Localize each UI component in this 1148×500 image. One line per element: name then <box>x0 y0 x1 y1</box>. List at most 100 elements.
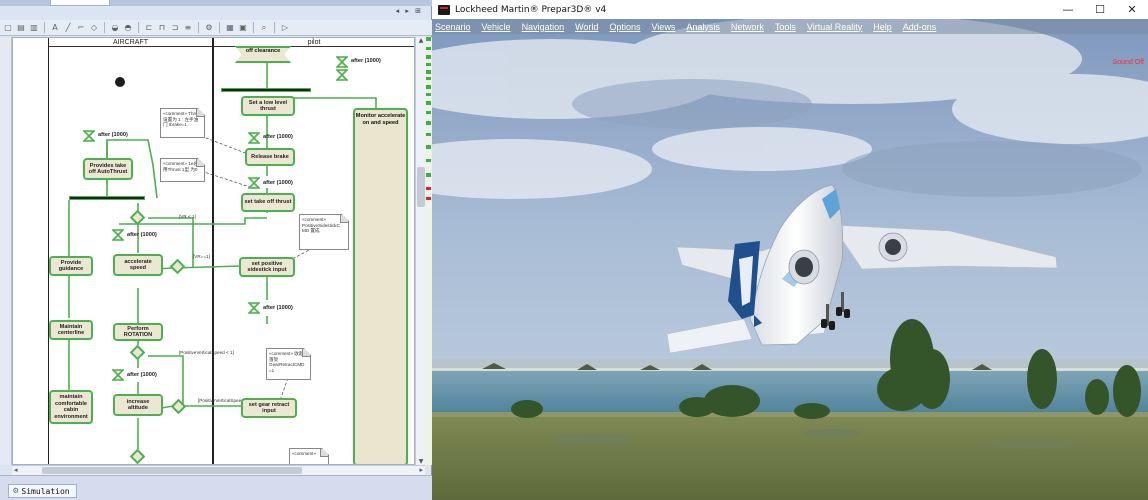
toolbar-separator <box>253 22 254 33</box>
scroll-thumb[interactable] <box>42 467 302 474</box>
timer-label: after (1000) <box>263 180 293 186</box>
align-center-icon[interactable]: ⊓ <box>157 23 167 33</box>
scroll-thumb[interactable] <box>417 167 425 207</box>
flight-scene <box>432 19 1148 500</box>
simulation-tab[interactable]: ⚙ Simulation <box>8 484 77 498</box>
timer-event-icon[interactable] <box>248 302 260 314</box>
activity-modeler-window: ◂ ▸ ⊞ ▢ ▤ ▥ A ╱ ⌐ ◇ ◒ ◓ ⊏ ⊓ ⊐ ≡ ⚙ ▦ ▣ ⌕ … <box>0 0 432 500</box>
editor-tab[interactable] <box>50 0 110 6</box>
minimize-button[interactable]: — <box>1052 0 1084 19</box>
timer-label: after (1000) <box>127 372 157 378</box>
menu-help[interactable]: Help <box>873 22 892 32</box>
comment-note[interactable]: «comment» 收起落架 GearRetractCMD =1 <box>266 348 311 380</box>
copy-icon[interactable]: ▤ <box>16 23 26 33</box>
toolbar-separator <box>104 22 105 33</box>
simulation-viewport[interactable]: Sound Off <box>432 19 1148 500</box>
timer-event-icon[interactable] <box>112 369 124 381</box>
guard-label: [PositiveVerticalSpeed < 1] <box>179 350 234 355</box>
action-off-clearance[interactable]: off clearance <box>235 46 291 63</box>
action-maintain-cabin[interactable]: maintain comfortable cabin environment <box>49 390 93 424</box>
settings-icon[interactable]: ⚙ <box>204 23 214 33</box>
diagram-horizontal-scrollbar[interactable]: ◂ ▸ <box>12 465 425 475</box>
menu-tools[interactable]: Tools <box>775 22 796 32</box>
action-maintain-centerline[interactable]: Maintain centerline <box>49 320 93 340</box>
align-right-icon[interactable]: ⊐ <box>170 23 180 33</box>
prepar3d-window: Sound Off Scenario Vehicle Navigation Wo… <box>432 0 1148 500</box>
timer-label: after (1000) <box>98 132 128 138</box>
simulator-menubar: Scenario Vehicle Navigation World Option… <box>432 19 1148 34</box>
timer-label: after (1000) <box>263 134 293 140</box>
diagram-toolbar: ▢ ▤ ▥ A ╱ ⌐ ◇ ◒ ◓ ⊏ ⊓ ⊐ ≡ ⚙ ▦ ▣ ⌕ ▷ <box>0 20 432 36</box>
initial-node[interactable] <box>115 77 125 87</box>
menu-navigation[interactable]: Navigation <box>522 22 565 32</box>
timer-event-icon[interactable] <box>336 69 348 81</box>
action-monitor-speed[interactable]: Monitor accelerate on and speed <box>353 108 408 464</box>
line-tool-icon[interactable]: ╱ <box>63 23 73 33</box>
palette-gutter <box>0 37 12 465</box>
zoom-icon[interactable]: ⌕ <box>259 23 269 33</box>
menu-vehicle[interactable]: Vehicle <box>482 22 511 32</box>
prepar3d-app-icon <box>438 4 450 15</box>
menu-virtual-reality[interactable]: Virtual Reality <box>807 22 862 32</box>
action-set-takeoff-thrust[interactable]: set take off thrust <box>241 193 295 212</box>
menu-world[interactable]: World <box>575 22 598 32</box>
action-perform-rotation[interactable]: Perform ROTATION <box>113 323 163 341</box>
simulation-tab-label: Simulation <box>21 486 70 496</box>
layout-icon[interactable]: ▦ <box>225 23 235 33</box>
menu-scenario[interactable]: Scenario <box>435 22 471 32</box>
comment-note[interactable]: «comment» Thrust 设置为 1 : 左手油门 Ibrake=1 <box>160 108 205 138</box>
scroll-left-icon[interactable]: ◂ <box>14 466 18 474</box>
line-color-icon[interactable]: ◓ <box>123 23 133 33</box>
comment-note[interactable]: «comment» 1e总,用Thrust 1型 为0 <box>160 158 205 182</box>
shape-tool-icon[interactable]: ◇ <box>89 23 99 33</box>
comment-note[interactable]: «comment» PositiveSidestickC MD 置成 <box>299 214 349 250</box>
action-provide-takeoff-autothrust[interactable]: Provides take off AutoThrust <box>83 158 133 180</box>
timer-event-icon[interactable] <box>248 132 260 144</box>
menu-analysis[interactable]: Analysis <box>686 22 720 32</box>
paste-icon[interactable]: ▥ <box>29 23 39 33</box>
timer-event-icon[interactable] <box>248 177 260 189</box>
activity-diagram-canvas[interactable]: AIRCRAFT pilot off clearance after (1000… <box>12 37 415 465</box>
diagram-vertical-scrollbar[interactable]: ▲ ▼ <box>415 37 425 465</box>
close-button[interactable]: ✕ <box>1116 0 1148 19</box>
action-set-positive-sidestick[interactable]: set positive sidestick input <box>239 257 295 277</box>
timer-event-icon[interactable] <box>112 229 124 241</box>
action-release-brake[interactable]: Release brake <box>245 148 295 166</box>
toolbar-separator <box>219 22 220 33</box>
run-icon[interactable]: ▷ <box>280 23 290 33</box>
align-left-icon[interactable]: ⊏ <box>144 23 154 33</box>
distribute-icon[interactable]: ≡ <box>183 23 193 33</box>
fill-color-icon[interactable]: ◒ <box>110 23 120 33</box>
connector-tool-icon[interactable]: ⌐ <box>76 23 86 33</box>
menu-views[interactable]: Views <box>651 22 675 32</box>
menu-add-ons[interactable]: Add-ons <box>903 22 937 32</box>
simulation-gear-icon: ⚙ <box>13 486 19 496</box>
overview-ruler[interactable] <box>425 37 432 465</box>
action-set-low-level-thrust[interactable]: Set a low level thrust <box>241 96 295 116</box>
maximize-button[interactable]: ☐ <box>1084 0 1116 19</box>
timer-label: after (1000) <box>351 58 381 64</box>
menu-options[interactable]: Options <box>609 22 640 32</box>
fork-bar[interactable] <box>221 88 311 92</box>
action-accelerate-speed[interactable]: accelerate speed <box>113 254 163 276</box>
sound-status: Sound Off <box>1112 59 1144 66</box>
simulator-titlebar: Lockheed Martin® Prepar3D® v4 — ☐ ✕ <box>432 0 1148 19</box>
menu-network[interactable]: Network <box>731 22 764 32</box>
layers-icon[interactable]: ▣ <box>238 23 248 33</box>
action-set-gear-retract[interactable]: set gear retract input <box>241 398 297 418</box>
action-increase-altitude[interactable]: increase altitude <box>113 394 163 416</box>
guard-label: [VR < 1] <box>179 214 196 219</box>
action-provide-guidance[interactable]: Provide guidance <box>49 256 93 276</box>
fork-bar[interactable] <box>69 196 145 200</box>
editor-nav-arrows[interactable]: ◂ ▸ ⊞ <box>396 7 423 15</box>
toolbar-separator <box>44 22 45 33</box>
window-title: Lockheed Martin® Prepar3D® v4 <box>455 4 607 15</box>
toolbar-separator <box>274 22 275 33</box>
text-tool-icon[interactable]: A <box>50 23 60 33</box>
comment-note[interactable]: «comment» <box>289 448 329 465</box>
timer-event-icon[interactable] <box>336 56 348 68</box>
select-icon[interactable]: ▢ <box>3 23 13 33</box>
timer-event-icon[interactable] <box>83 130 95 142</box>
timer-label: after (1000) <box>127 232 157 238</box>
scroll-right-icon[interactable]: ▸ <box>419 466 423 474</box>
